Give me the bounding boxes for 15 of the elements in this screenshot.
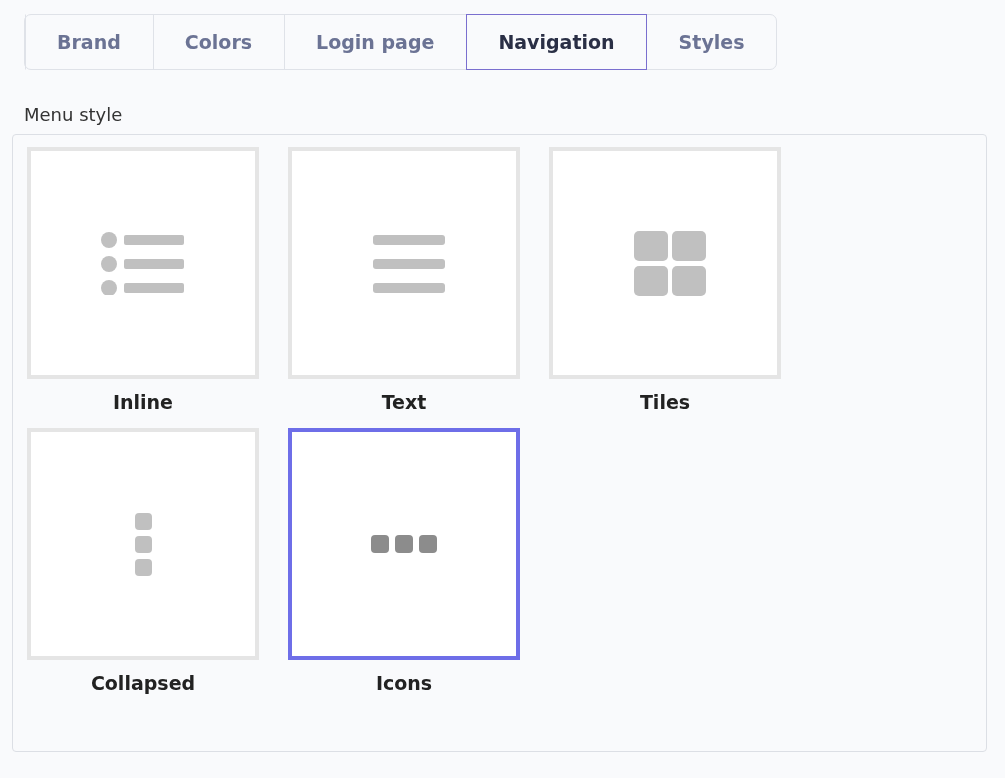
tab[interactable]: Styles	[646, 14, 777, 70]
option-label: Tiles	[639, 391, 691, 413]
option-label: Inline	[112, 391, 173, 413]
horizontal-squares-icon	[371, 535, 437, 553]
tab[interactable]: Colors	[152, 14, 285, 70]
section-label: Menu style	[24, 104, 124, 125]
option-label: Collapsed	[90, 672, 196, 694]
tab[interactable]: Brand	[25, 14, 153, 70]
menu-style-option[interactable]	[288, 428, 520, 660]
list-with-bullets-icon	[100, 231, 186, 295]
option-label: Icons	[375, 672, 433, 694]
tab[interactable]: Login page	[284, 14, 467, 70]
tab[interactable]: Navigation	[466, 14, 647, 70]
vertical-squares-icon	[134, 512, 152, 576]
option-label: Text	[381, 391, 427, 413]
